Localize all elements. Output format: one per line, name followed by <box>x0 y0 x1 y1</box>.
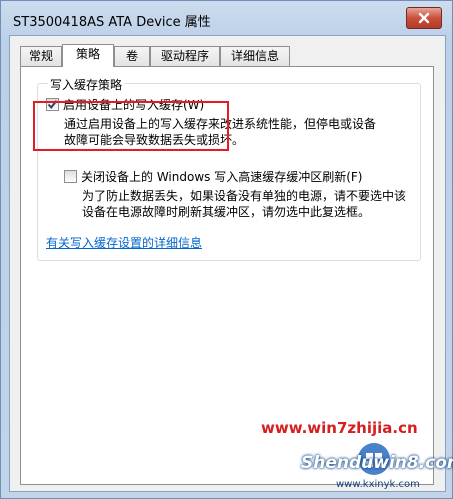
disable-flush-description: 为了防止数据丢失，如果设备没有单独的电源，请不要选中该 设备在电源故障时刷新其缓… <box>82 188 406 220</box>
close-icon <box>418 12 430 24</box>
window-title: ST3500418AS ATA Device 属性 <box>13 15 211 30</box>
watermark-url: www.kxinyk.com <box>336 479 420 490</box>
disable-flush-label: 关闭设备上的 Windows 写入高速缓存缓冲区刷新(F) <box>81 170 363 184</box>
tab-general[interactable]: 常规 <box>20 46 62 66</box>
properties-window: ST3500418AS ATA Device 属性 常规 策略 卷 驱动程序 详… <box>0 0 453 499</box>
watermark-site: www.win7zhijia.cn <box>261 419 418 437</box>
tab-volumes[interactable]: 卷 <box>114 46 150 66</box>
watermark-brand: Shenduwin8.com <box>301 453 453 473</box>
tab-details[interactable]: 详细信息 <box>220 46 290 66</box>
disable-flush-row[interactable]: 关闭设备上的 Windows 写入高速缓存缓冲区刷新(F) <box>64 168 362 185</box>
write-cache-info-link[interactable]: 有关写入缓存设置的详细信息 <box>46 234 202 251</box>
annotation-highlight-box <box>33 101 229 151</box>
tab-policies[interactable]: 策略 <box>62 44 114 67</box>
disable-flush-checkbox[interactable] <box>64 170 77 183</box>
flush-desc-text: 为了防止数据丢失，如果设备没有单独的电源，请不要选中该 设备在电源故障时刷新其缓… <box>82 189 407 219</box>
close-button[interactable] <box>406 7 442 29</box>
group-title: 写入缓存策略 <box>48 76 125 93</box>
tab-driver[interactable]: 驱动程序 <box>150 46 220 66</box>
